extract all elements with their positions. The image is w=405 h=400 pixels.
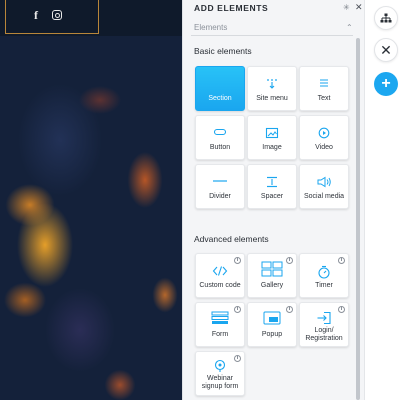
social-media-icon	[317, 176, 331, 188]
tile-label: Text	[317, 95, 331, 102]
add-element-button[interactable]: +	[374, 72, 398, 96]
panel-scrollbar[interactable]	[356, 38, 360, 400]
clock-icon	[234, 306, 241, 313]
gallery-icon	[261, 261, 283, 277]
site-menu-icon	[267, 79, 277, 89]
clock-icon	[286, 306, 293, 313]
basic-elements-label: Basic elements	[194, 46, 252, 56]
tile-popup[interactable]: Popup	[247, 302, 297, 347]
popup-icon	[263, 311, 281, 325]
tile-spacer[interactable]: Spacer	[247, 164, 297, 209]
tile-label: Video	[315, 144, 333, 151]
pin-icon[interactable]: ✳	[343, 3, 350, 12]
facebook-icon[interactable]: f	[34, 9, 38, 21]
tile-timer[interactable]: Timer	[299, 253, 349, 298]
tile-label: Popup	[261, 331, 283, 338]
button-icon	[213, 128, 227, 136]
tile-label: Section	[208, 95, 232, 102]
tile-label: Social media	[303, 193, 345, 200]
tile-label: Login/ Registration	[300, 327, 348, 342]
clock-icon	[338, 257, 345, 264]
close-icon: ✕	[380, 42, 392, 58]
social-links-block[interactable]: f	[5, 0, 99, 34]
video-icon	[318, 127, 330, 139]
timer-icon	[318, 265, 330, 279]
image-icon	[265, 127, 279, 139]
close-button[interactable]: ✕	[374, 38, 398, 62]
code-icon	[212, 266, 228, 276]
tile-label: Divider	[209, 193, 231, 200]
add-icon: +	[381, 75, 391, 92]
tile-label: Button	[209, 144, 231, 151]
site-canvas-preview[interactable]: f	[0, 0, 182, 400]
divider-icon	[213, 180, 227, 182]
tile-label: Gallery	[260, 282, 284, 289]
panel-close-icon[interactable]: ✕	[355, 2, 363, 13]
chevron-up-icon[interactable]: ⌃	[346, 23, 353, 32]
tile-label-line: signup form	[201, 382, 239, 390]
tile-label: Form	[211, 331, 229, 338]
clock-icon	[286, 257, 293, 264]
tile-webinar-signup-form[interactable]: Webinar signup form	[195, 351, 245, 396]
login-icon	[317, 311, 331, 325]
tile-label-line: Login/	[314, 327, 334, 334]
tile-gallery[interactable]: Gallery	[247, 253, 297, 298]
tile-label: Site menu	[256, 95, 288, 102]
tile-image[interactable]: Image	[247, 115, 297, 160]
advanced-elements-label: Advanced elements	[194, 234, 269, 244]
webinar-icon	[214, 359, 226, 372]
tile-text[interactable]: Text	[299, 66, 349, 111]
sitemap-button[interactable]	[374, 6, 398, 30]
tile-site-menu[interactable]: Site menu	[247, 66, 297, 111]
tile-section[interactable]: Section	[195, 66, 245, 111]
tile-label-line: Registration	[305, 334, 343, 342]
tile-video[interactable]: Video	[299, 115, 349, 160]
tile-form[interactable]: Form	[195, 302, 245, 347]
clock-icon	[234, 355, 241, 362]
clock-icon	[338, 306, 345, 313]
elements-subheading[interactable]: Elements	[194, 23, 227, 32]
tile-label-line: Webinar	[207, 375, 233, 382]
panel-title: ADD ELEMENTS	[194, 3, 269, 13]
tile-label: Image	[262, 144, 282, 151]
tile-button[interactable]: Button	[195, 115, 245, 160]
tile-social-media[interactable]: Social media	[299, 164, 349, 209]
spacer-icon	[267, 176, 277, 188]
tile-label: Spacer	[260, 193, 284, 200]
clock-icon	[234, 257, 241, 264]
add-elements-panel: ADD ELEMENTS ✳ ✕ Elements ⌃ Basic elemen…	[182, 0, 364, 400]
tile-login-registration[interactable]: Login/ Registration	[299, 302, 349, 347]
tile-label: Custom code	[199, 282, 241, 289]
tile-divider[interactable]: Divider	[195, 164, 245, 209]
right-toolbar: ✕ +	[364, 0, 405, 400]
tile-label: Webinar signup form	[196, 375, 244, 390]
divider	[191, 35, 353, 36]
instagram-icon[interactable]	[52, 10, 62, 20]
form-icon	[211, 311, 229, 324]
sitemap-icon	[380, 13, 392, 23]
text-icon	[320, 79, 328, 87]
tile-label: Timer	[315, 282, 333, 289]
tile-custom-code[interactable]: Custom code	[195, 253, 245, 298]
